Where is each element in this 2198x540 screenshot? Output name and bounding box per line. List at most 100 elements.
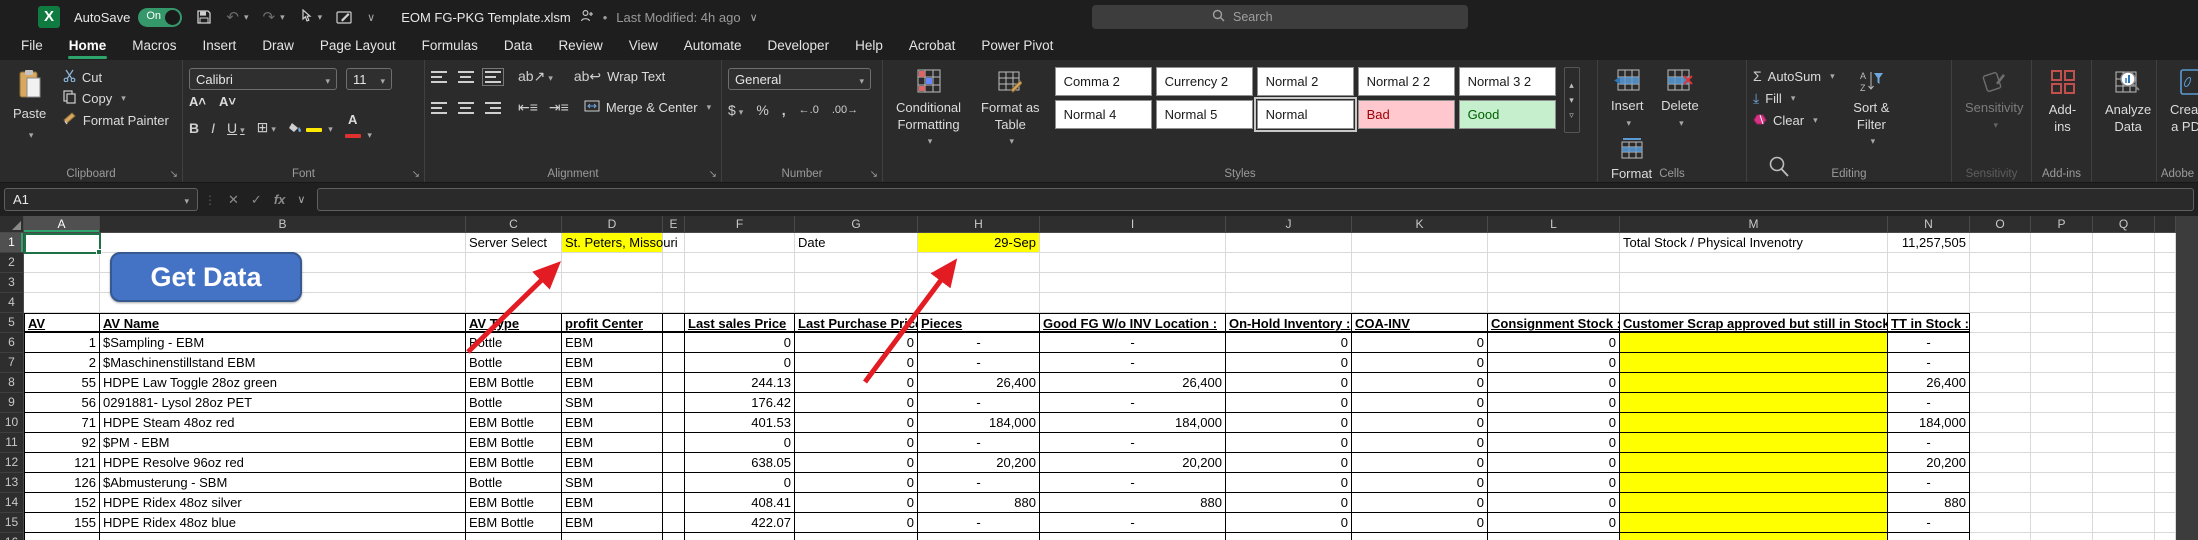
cell-L10[interactable]: 0 <box>1488 413 1620 433</box>
cell-B12[interactable]: HDPE Resolve 96oz red <box>100 453 466 473</box>
formula-input[interactable] <box>317 188 2194 211</box>
cell-F14[interactable]: 408.41 <box>685 493 795 513</box>
cell-style-bad[interactable]: Bad <box>1358 100 1455 129</box>
cell-x13[interactable] <box>2155 473 2176 493</box>
cell-N9[interactable]: - <box>1888 393 1970 413</box>
search-input[interactable]: Search <box>1092 5 1468 29</box>
column-header-Q[interactable]: Q <box>2093 216 2155 233</box>
comma-button[interactable]: , <box>782 102 786 118</box>
cell-N10[interactable]: 184,000 <box>1888 413 1970 433</box>
cell-N3[interactable] <box>1888 273 1970 293</box>
cell-K15[interactable]: 0 <box>1352 513 1488 533</box>
row-header-6[interactable]: 6 <box>0 333 24 353</box>
tab-insert[interactable]: Insert <box>190 34 250 60</box>
increase-indent-button[interactable]: ⇥≡ <box>549 99 569 116</box>
paste-dropdown-icon[interactable] <box>26 126 34 142</box>
cell-C14[interactable]: EBM Bottle <box>466 493 562 513</box>
cell-P14[interactable] <box>2031 493 2093 513</box>
cell-Q12[interactable] <box>2093 453 2155 473</box>
column-header-E[interactable]: E <box>663 216 685 233</box>
cell-L5[interactable]: Consignment Stock : <box>1488 313 1620 333</box>
cell-H6[interactable]: - <box>918 333 1040 353</box>
align-center-button[interactable] <box>458 102 474 114</box>
row-header-4[interactable]: 4 <box>0 293 24 313</box>
tab-view[interactable]: View <box>616 34 671 60</box>
cell-J5[interactable]: On-Hold Inventory : <box>1226 313 1352 333</box>
cell-D14[interactable]: EBM <box>562 493 663 513</box>
cell-N12[interactable]: 20,200 <box>1888 453 1970 473</box>
insert-function-button[interactable]: fx <box>274 192 286 207</box>
row-header-15[interactable]: 15 <box>0 513 24 533</box>
cell-H16[interactable] <box>918 533 1040 540</box>
cell-style-normal[interactable]: Normal <box>1257 100 1354 129</box>
cell-J16[interactable] <box>1226 533 1352 540</box>
cell-L7[interactable]: 0 <box>1488 353 1620 373</box>
analyze-data-button[interactable]: Analyze Data <box>2098 65 2158 139</box>
tab-review[interactable]: Review <box>545 34 615 60</box>
cell-P4[interactable] <box>2031 293 2093 313</box>
cell-O9[interactable] <box>1970 393 2031 413</box>
cell-E10[interactable] <box>663 413 685 433</box>
cell-B8[interactable]: HDPE Law Toggle 28oz green <box>100 373 466 393</box>
cell-M16[interactable] <box>1620 533 1888 540</box>
cut-button[interactable]: Cut <box>63 69 169 85</box>
cell-I12[interactable]: 20,200 <box>1040 453 1226 473</box>
cell-O13[interactable] <box>1970 473 2031 493</box>
column-header-G[interactable]: G <box>795 216 918 233</box>
cell-C8[interactable]: EBM Bottle <box>466 373 562 393</box>
cell-A11[interactable]: 92 <box>24 433 100 453</box>
cell-F13[interactable]: 0 <box>685 473 795 493</box>
share-person-icon[interactable] <box>580 9 594 25</box>
row-header-12[interactable]: 12 <box>0 453 24 473</box>
cell-F1[interactable] <box>685 233 795 253</box>
cell-M6[interactable] <box>1620 333 1888 353</box>
sort-filter-button[interactable]: AZ Sort & Filter <box>1846 65 1896 151</box>
cell-Q8[interactable] <box>2093 373 2155 393</box>
cell-L9[interactable]: 0 <box>1488 393 1620 413</box>
cell-N2[interactable] <box>1888 253 1970 273</box>
cell-C6[interactable]: Bottle <box>466 333 562 353</box>
cell-F11[interactable]: 0 <box>685 433 795 453</box>
cell-K7[interactable]: 0 <box>1352 353 1488 373</box>
cell-M5[interactable]: Customer Scrap approved but still in Sto… <box>1620 313 1888 333</box>
cell-P1[interactable] <box>2031 233 2093 253</box>
cell-x16[interactable] <box>2155 533 2176 540</box>
merge-center-button[interactable]: Merge & Center <box>584 100 711 115</box>
cell-style-good[interactable]: Good <box>1459 100 1556 129</box>
cell-K10[interactable]: 0 <box>1352 413 1488 433</box>
cell-C10[interactable]: EBM Bottle <box>466 413 562 433</box>
cell-Q5[interactable] <box>2093 313 2155 333</box>
cell-H15[interactable]: - <box>918 513 1040 533</box>
cell-M12[interactable] <box>1620 453 1888 473</box>
row-header-5[interactable]: 5 <box>0 313 24 333</box>
cell-D16[interactable] <box>562 533 663 540</box>
tab-macros[interactable]: Macros <box>119 34 189 60</box>
accounting-format-button[interactable]: $ <box>728 102 743 118</box>
cell-G5[interactable]: Last Purchase Price <box>795 313 918 333</box>
cell-O2[interactable] <box>1970 253 2031 273</box>
cell-K5[interactable]: COA-INV <box>1352 313 1488 333</box>
column-header-H[interactable]: H <box>918 216 1040 233</box>
cell-E14[interactable] <box>663 493 685 513</box>
percent-button[interactable]: % <box>756 102 768 118</box>
tab-power-pivot[interactable]: Power Pivot <box>968 34 1066 60</box>
tab-page-layout[interactable]: Page Layout <box>307 34 409 60</box>
column-header-C[interactable]: C <box>466 216 562 233</box>
cell-F2[interactable] <box>685 253 795 273</box>
cell-K3[interactable] <box>1352 273 1488 293</box>
cell-E4[interactable] <box>663 293 685 313</box>
row-header-2[interactable]: 2 <box>0 253 24 273</box>
delete-cells-button[interactable]: Delete <box>1654 65 1706 133</box>
cell-A6[interactable]: 1 <box>24 333 100 353</box>
cell-N4[interactable] <box>1888 293 1970 313</box>
cell-L16[interactable] <box>1488 533 1620 540</box>
cell-D3[interactable] <box>562 273 663 293</box>
cell-N14[interactable]: 880 <box>1888 493 1970 513</box>
cell-I3[interactable] <box>1040 273 1226 293</box>
cell-D12[interactable]: EBM <box>562 453 663 473</box>
cell-G15[interactable]: 0 <box>795 513 918 533</box>
cell-I9[interactable]: - <box>1040 393 1226 413</box>
name-box[interactable]: A1 <box>4 188 198 211</box>
fill-color-button[interactable] <box>288 120 333 135</box>
formula-bar-chevron-icon[interactable]: ∨ <box>297 193 305 206</box>
